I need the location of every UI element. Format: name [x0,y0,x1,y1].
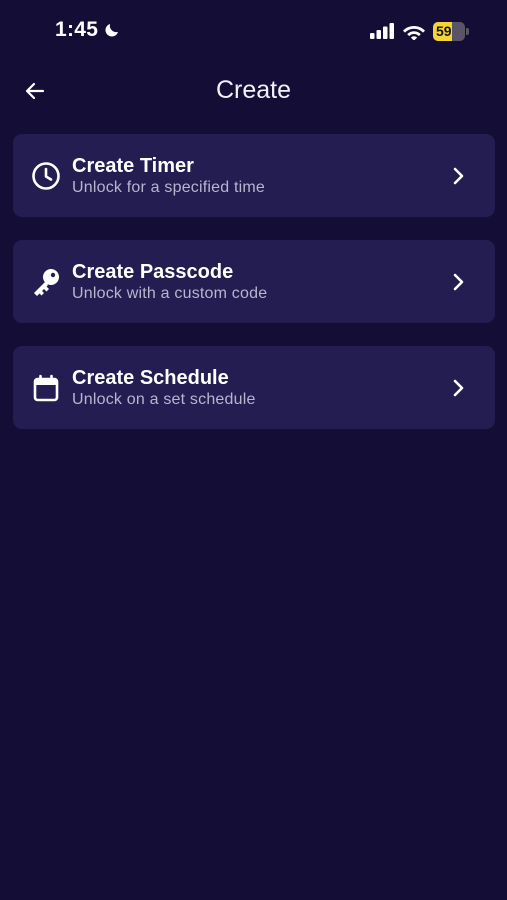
card-text: Create Schedule Unlock on a set schedule [72,366,256,409]
status-time-text: 1:45 [55,18,99,41]
card-text: Create Timer Unlock for a specified time [72,154,265,197]
clock-icon [30,160,62,192]
card-title: Create Timer [72,155,194,177]
page-title: Create [215,76,292,104]
moon-icon [103,21,121,39]
chevron-right-icon [449,377,469,399]
key-icon [30,266,62,298]
status-icons: 59 [370,20,469,42]
battery-level: 59 [436,22,452,39]
battery-indicator: 59 [433,21,469,41]
calendar-icon [30,372,62,404]
card-title: Create Schedule [72,367,229,389]
create-passcode-button[interactable]: Create Passcode Unlock with a custom cod… [13,240,495,323]
header: Create [0,62,507,120]
wifi-icon [403,25,425,40]
card-subtitle: Unlock on a set schedule [72,391,256,408]
create-screen: 1:45 59 Create Create Timer Unlock for a… [0,0,507,900]
create-options-list: Create Timer Unlock for a specified time… [13,134,495,452]
create-timer-button[interactable]: Create Timer Unlock for a specified time [13,134,495,217]
card-subtitle: Unlock for a specified time [72,179,266,196]
card-title: Create Passcode [72,261,234,283]
status-bar: 1:45 59 [0,0,507,62]
chevron-right-icon [449,271,469,293]
card-subtitle: Unlock with a custom code [72,285,268,302]
status-time: 1:45 [55,18,121,42]
create-schedule-button[interactable]: Create Schedule Unlock on a set schedule [13,346,495,429]
cellular-signal-icon [370,23,394,39]
card-text: Create Passcode Unlock with a custom cod… [72,260,267,303]
battery-body: 59 [433,21,466,41]
battery-cap [466,27,469,35]
chevron-right-icon [449,165,469,187]
